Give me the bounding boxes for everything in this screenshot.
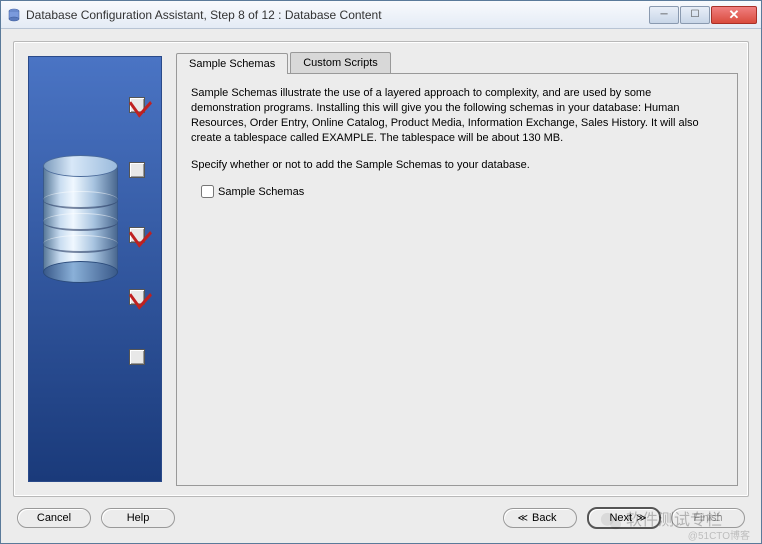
client-area: Sample Schemas Custom Scripts Sample Sch…	[1, 29, 761, 543]
step-checkbox-5	[129, 349, 145, 365]
step-checkbox-4	[129, 289, 145, 305]
window-title: Database Configuration Assistant, Step 8…	[26, 8, 649, 22]
tab-strip: Sample Schemas Custom Scripts	[176, 52, 738, 73]
content-panel: Sample Schemas Custom Scripts Sample Sch…	[176, 52, 738, 486]
window-controls: ─ ☐ ✕	[649, 6, 757, 24]
wizard-progress-panel	[28, 56, 162, 482]
close-button[interactable]: ✕	[711, 6, 757, 24]
next-button[interactable]: Next≫	[587, 507, 661, 529]
app-icon	[7, 8, 21, 22]
arrow-right-icon: ≫	[636, 513, 646, 524]
step-checkbox-3	[129, 227, 145, 243]
prompt-text: Specify whether or not to add the Sample…	[191, 159, 723, 171]
minimize-button[interactable]: ─	[649, 6, 679, 24]
arrow-left-icon: ≪	[518, 513, 528, 524]
sample-schemas-label: Sample Schemas	[218, 186, 304, 198]
maximize-button[interactable]: ☐	[680, 6, 710, 24]
titlebar[interactable]: Database Configuration Assistant, Step 8…	[1, 1, 761, 29]
sample-schemas-checkbox[interactable]	[201, 185, 214, 198]
back-button[interactable]: ≪Back	[503, 508, 577, 528]
sample-schemas-option[interactable]: Sample Schemas	[201, 185, 723, 198]
cancel-button[interactable]: Cancel	[17, 508, 91, 528]
step-checkbox-1	[129, 97, 145, 113]
button-bar: Cancel Help ≪Back Next≫ Finish	[13, 497, 749, 531]
finish-button[interactable]: Finish	[671, 508, 745, 528]
main-frame: Sample Schemas Custom Scripts Sample Sch…	[13, 41, 749, 497]
wizard-window: Database Configuration Assistant, Step 8…	[0, 0, 762, 544]
help-button[interactable]: Help	[101, 508, 175, 528]
tab-content: Sample Schemas illustrate the use of a l…	[176, 73, 738, 486]
step-checkbox-2	[129, 162, 145, 178]
description-text: Sample Schemas illustrate the use of a l…	[191, 86, 723, 145]
database-illustration	[43, 155, 118, 283]
tab-custom-scripts[interactable]: Custom Scripts	[290, 52, 391, 73]
tab-sample-schemas[interactable]: Sample Schemas	[176, 53, 288, 74]
